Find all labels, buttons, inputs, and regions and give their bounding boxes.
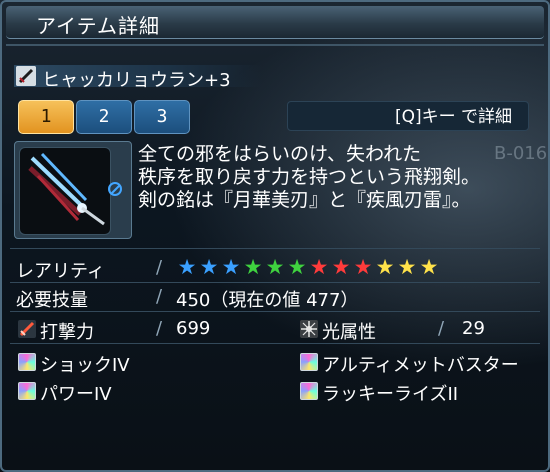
window-title: アイテム詳細: [36, 14, 160, 38]
requirement-label: 必要技量: [16, 290, 88, 311]
element-value: 29: [462, 318, 485, 339]
ability-name: パワーIV: [40, 384, 112, 405]
element-label: 光属性: [322, 322, 376, 343]
ability-icon: [300, 353, 318, 371]
tab-1[interactable]: 1: [18, 100, 74, 134]
rarity-star-icon: ★: [397, 255, 417, 279]
ability-name: ショックIV: [40, 355, 130, 376]
item-description: 全ての邪をはらいのけ、失われた 秩序を取り戻す力を持つという飛翔剣。 剣の銘は『…: [138, 143, 528, 212]
ability-icon: [18, 382, 36, 400]
description-line: 全ての邪をはらいのけ、失われた: [138, 143, 422, 165]
rarity-star-icon: ★: [265, 255, 285, 279]
rarity-separator: /: [156, 257, 163, 278]
detail-key-button[interactable]: [Q]キー で詳細: [287, 101, 529, 131]
striking-power-icon: [18, 320, 36, 338]
sword-category-icon: [16, 66, 36, 86]
attack-separator: /: [156, 318, 163, 339]
ability-icon: [300, 382, 318, 400]
rarity-star-icon: ★: [287, 255, 307, 279]
tab-2[interactable]: 2: [76, 100, 132, 134]
divider: [10, 282, 540, 283]
rarity-star-icon: ★: [419, 255, 439, 279]
rarity-stars: ★ ★ ★ ★ ★ ★ ★ ★ ★ ★ ★ ★: [176, 256, 440, 278]
divider: [10, 248, 540, 249]
rarity-star-icon: ★: [331, 255, 351, 279]
rarity-star-icon: ★: [243, 255, 263, 279]
divider: [10, 343, 540, 344]
attack-value: 699: [176, 318, 211, 339]
item-icon-panel: [19, 147, 111, 235]
light-element-icon: [300, 320, 318, 338]
no-trade-icon: [108, 182, 122, 196]
ability-icon: [18, 353, 36, 371]
requirement-value: 450（現在の値 477）: [176, 290, 359, 311]
element-separator: /: [438, 318, 445, 339]
title-divider: [6, 44, 544, 46]
twin-dagger-icon: [28, 152, 105, 226]
requirement-separator: /: [156, 286, 163, 307]
rarity-star-icon: ★: [177, 255, 197, 279]
ability-name: アルティメットバスター: [322, 355, 519, 376]
title-bar: アイテム詳細: [6, 6, 544, 39]
item-name: ヒャッカリョウラン+3: [42, 70, 231, 91]
rarity-star-icon: ★: [309, 255, 329, 279]
rarity-star-icon: ★: [375, 255, 395, 279]
rarity-star-icon: ★: [221, 255, 241, 279]
tab-3[interactable]: 3: [134, 100, 190, 134]
rarity-star-icon: ★: [353, 255, 373, 279]
divider: [10, 311, 540, 312]
rarity-star-icon: ★: [199, 255, 219, 279]
ability-name: ラッキーライズII: [322, 384, 459, 405]
description-line: 秩序を取り戻す力を持つという飛翔剣。: [138, 166, 481, 188]
description-line: 剣の銘は『月華美刃』と『疾風刃雷』。: [138, 189, 471, 211]
attack-label: 打撃力: [40, 322, 94, 343]
rarity-label: レアリティ: [16, 261, 105, 282]
